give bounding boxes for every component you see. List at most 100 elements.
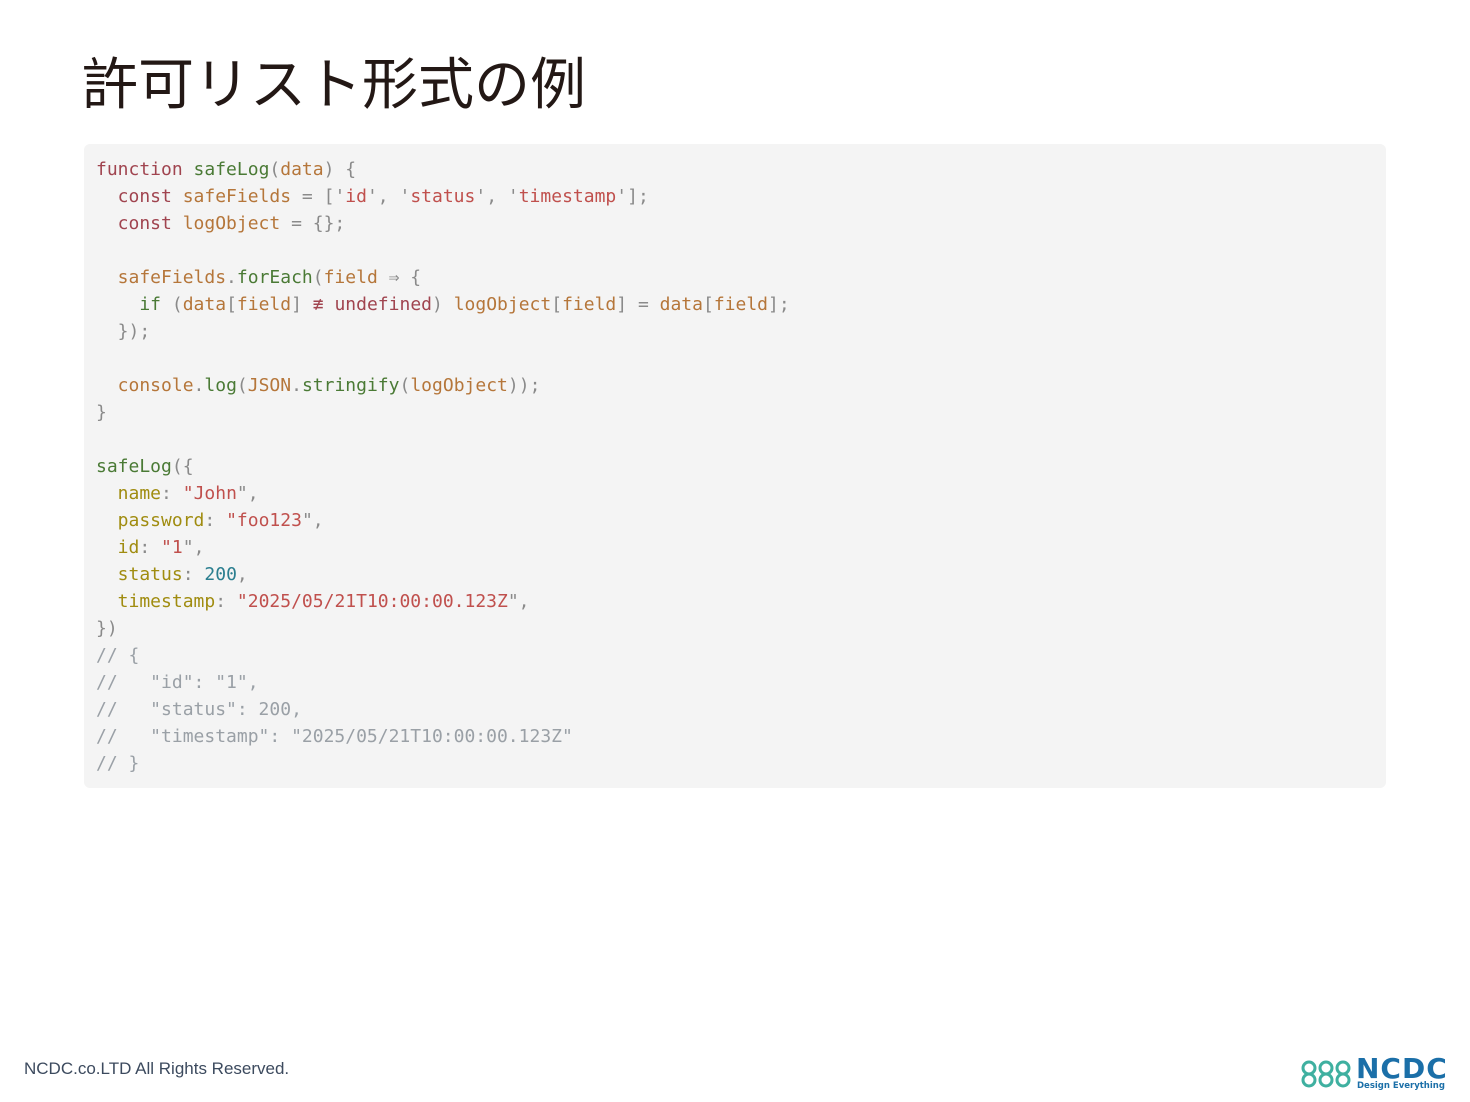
slide: 許可リスト形式の例 function safeLog(data) { const… [0,0,1470,1102]
code-token: timestamp [96,591,216,612]
code-token: " [236,591,248,612]
code-token: ⇒ { [377,267,422,288]
code-token: undefined [323,294,432,315]
code-line: safeFields.forEach(field ⇒ { [96,264,1386,291]
code-token: const [96,213,183,234]
code-token: // } [96,753,140,774]
code-token: console [96,375,194,396]
code-token: [ [226,294,237,315]
code-token: ]; [768,294,790,315]
code-token: // "id": "1", [96,672,259,693]
code-token: // { [96,645,140,666]
code-line: } [96,399,1386,426]
code-token: = [ [291,186,335,207]
code-token: . [226,267,237,288]
code-token: . [193,375,205,396]
code-token: ( [269,159,281,180]
code-token: ", [182,537,205,558]
code-token: data [659,294,703,315]
code-token: John [193,483,237,504]
code-token: logObject [410,375,508,396]
code-token: safeLog [96,456,172,477]
code-line: }); [96,318,1386,345]
code-token: safeLog [193,159,270,180]
code-token: } [96,402,107,423]
code-token: " [161,537,172,558]
code-token: )); [507,375,541,396]
code-token: logObject [182,213,281,234]
code-token: field [236,294,292,315]
code-token: field [562,294,617,315]
code-line: }) [96,615,1386,642]
code-token: , [236,564,248,585]
code-line: if (data[field] ≢ undefined) logObject[f… [96,291,1386,318]
code-token: data [182,294,227,315]
code-token: data [280,159,324,180]
code-token: logObject [453,294,552,315]
code-line: password: "foo123", [96,507,1386,534]
code-token: log [204,375,237,396]
code-token: " [226,510,237,531]
code-token: field [713,294,769,315]
code-token: : [182,564,205,585]
logo-tagline: Design Everything [1357,1081,1445,1091]
code-token: ] [291,294,313,315]
code-token: stringify [301,375,400,396]
code-token: ) [432,294,454,315]
footer-copyright: NCDC.co.LTD All Rights Reserved. [24,1059,290,1078]
code-token: }); [96,321,151,342]
code-block: function safeLog(data) { const safeField… [84,144,1386,788]
code-line: // { [96,642,1386,669]
code-line: name: "John", [96,480,1386,507]
ncdc-logo: NCDC Design Everything [1300,1054,1450,1094]
code-token: ' [334,186,346,207]
code-token: id [96,537,140,558]
code-token: field [323,267,378,288]
code-token: ", [507,591,530,612]
code-token: ] = [616,294,660,315]
code-token: ( [236,375,248,396]
code-token: ( [171,294,183,315]
code-token: ({ [171,456,194,477]
code-line: safeLog({ [96,453,1386,480]
code-line: // "timestamp": "2025/05/21T10:00:00.123… [96,723,1386,750]
code-token: ", [236,483,259,504]
code-token: // "timestamp": "2025/05/21T10:00:00.123… [96,726,573,747]
code-token: 200 [204,564,237,585]
logo-wordmark: NCDC [1356,1052,1448,1085]
code-token: ( [312,267,324,288]
code-line: function safeLog(data) { [96,156,1386,183]
code-line: status: 200, [96,561,1386,588]
code-line: const logObject = {}; [96,210,1386,237]
code-token: safeFields [96,267,227,288]
code-token: : [139,537,162,558]
code-token: ' [507,186,519,207]
code-token: ≢ [312,294,324,315]
code-token: ' [399,186,411,207]
code-line: timestamp: "2025/05/21T10:00:00.123Z", [96,588,1386,615]
code-token: status [96,564,183,585]
code-token: }) [96,618,118,639]
code-line: const safeFields = ['id', 'status', 'tim… [96,183,1386,210]
slide-title: 許可リスト形式の例 [82,53,586,118]
code-token: password [96,510,205,531]
code-token: // "status": 200, [96,699,302,720]
code-token: safeFields [182,186,292,207]
code-token: : [215,591,237,612]
code-token: : [161,483,183,504]
code-token: timestamp [518,186,617,207]
code-token: forEach [236,267,313,288]
code-token: foo123 [236,510,302,531]
code-line: console.log(JSON.stringify(logObject)); [96,372,1386,399]
code-token: 2025/05/21T10:00:00.123Z [247,591,508,612]
code-line: id: "1", [96,534,1386,561]
code-token: JSON [247,375,292,396]
code-token: ( [399,375,411,396]
code-token: name [96,483,162,504]
code-token: if [96,294,172,315]
code-token: " [182,483,194,504]
code-line: // "id": "1", [96,669,1386,696]
